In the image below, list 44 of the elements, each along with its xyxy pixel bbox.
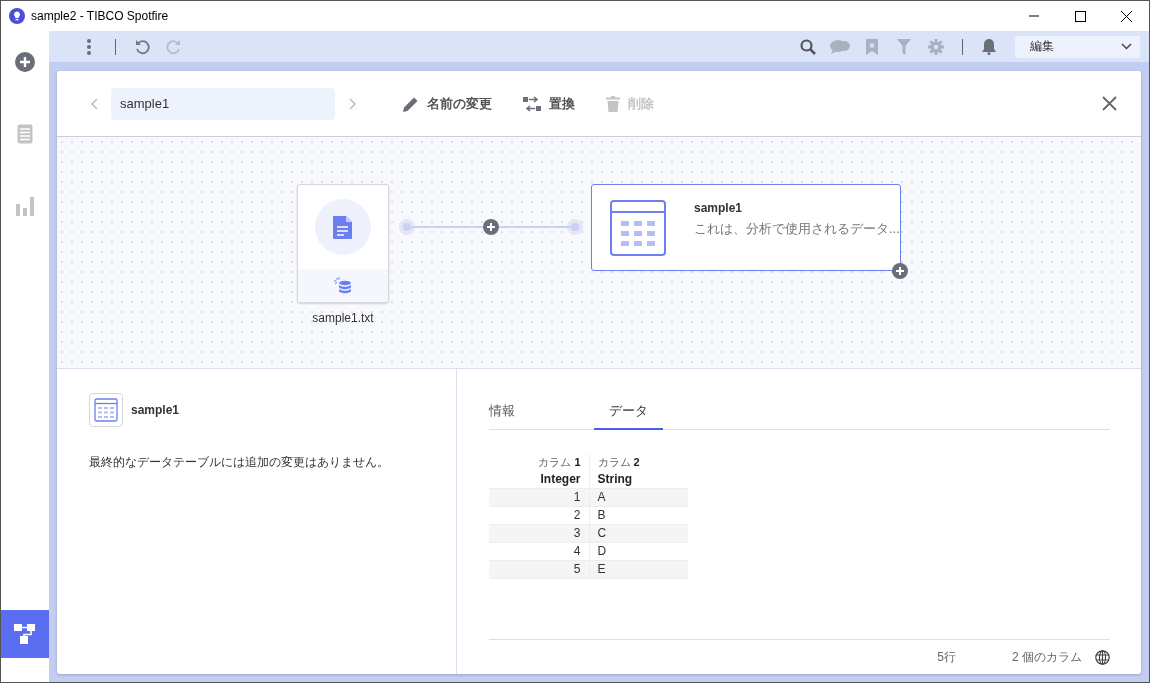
tab[interactable]: 情報 — [489, 393, 594, 430]
table-node[interactable]: sample1 これは、分析で使用されるデータ... — [591, 184, 901, 271]
flow-icon — [14, 624, 36, 644]
database-icon — [334, 277, 352, 294]
swap-icon — [523, 95, 541, 112]
page-icon — [17, 124, 33, 144]
add-icon[interactable] — [892, 263, 908, 279]
row-count: 5行 — [937, 648, 956, 666]
table-icon — [610, 200, 666, 256]
source-node[interactable] — [297, 184, 389, 303]
tab[interactable]: データ — [594, 393, 663, 430]
source-label: sample1.txt — [311, 311, 375, 325]
pencil-icon — [403, 95, 419, 112]
details-message: 最終的なデータテーブルには追加の変更はありません。 — [89, 454, 390, 471]
details-title: sample1 — [131, 403, 180, 417]
action-button[interactable]: 置換 — [523, 94, 575, 113]
column-count: 2 個のカラム — [1012, 648, 1082, 666]
close-button[interactable] — [1120, 10, 1132, 22]
globe-icon[interactable] — [1095, 649, 1110, 665]
table-description: これは、分析で使用されるデータ... — [694, 220, 900, 238]
table-icon — [89, 393, 123, 427]
add-icon — [15, 52, 35, 72]
trash-icon — [606, 95, 620, 112]
column-type: Integer — [489, 470, 589, 488]
document-icon — [315, 199, 371, 255]
window-title: sample2 - TIBCO Spotfire — [31, 9, 169, 23]
action-button[interactable]: 名前の変更 — [403, 94, 492, 113]
maximize-button[interactable] — [1074, 10, 1086, 22]
table-cell: 4 — [489, 542, 589, 560]
chevron-down-icon — [1121, 43, 1132, 50]
column-header: カラム 2 — [589, 454, 688, 470]
column-header: カラム 1 — [489, 454, 589, 470]
table-title: sample1 — [694, 201, 744, 215]
table-cell: 2 — [489, 506, 589, 524]
sidebar-item[interactable] — [1, 610, 49, 658]
table-cell: B — [589, 506, 688, 524]
close-icon[interactable] — [1102, 96, 1117, 111]
column-type: String — [589, 470, 688, 488]
app-logo-icon — [9, 8, 25, 24]
table-cell: D — [589, 542, 688, 560]
name-field[interactable]: sample1 — [111, 87, 335, 120]
add-icon[interactable] — [483, 219, 499, 235]
mode-dropdown[interactable]: 編集 — [1015, 35, 1140, 58]
bar-chart-icon — [16, 196, 34, 216]
